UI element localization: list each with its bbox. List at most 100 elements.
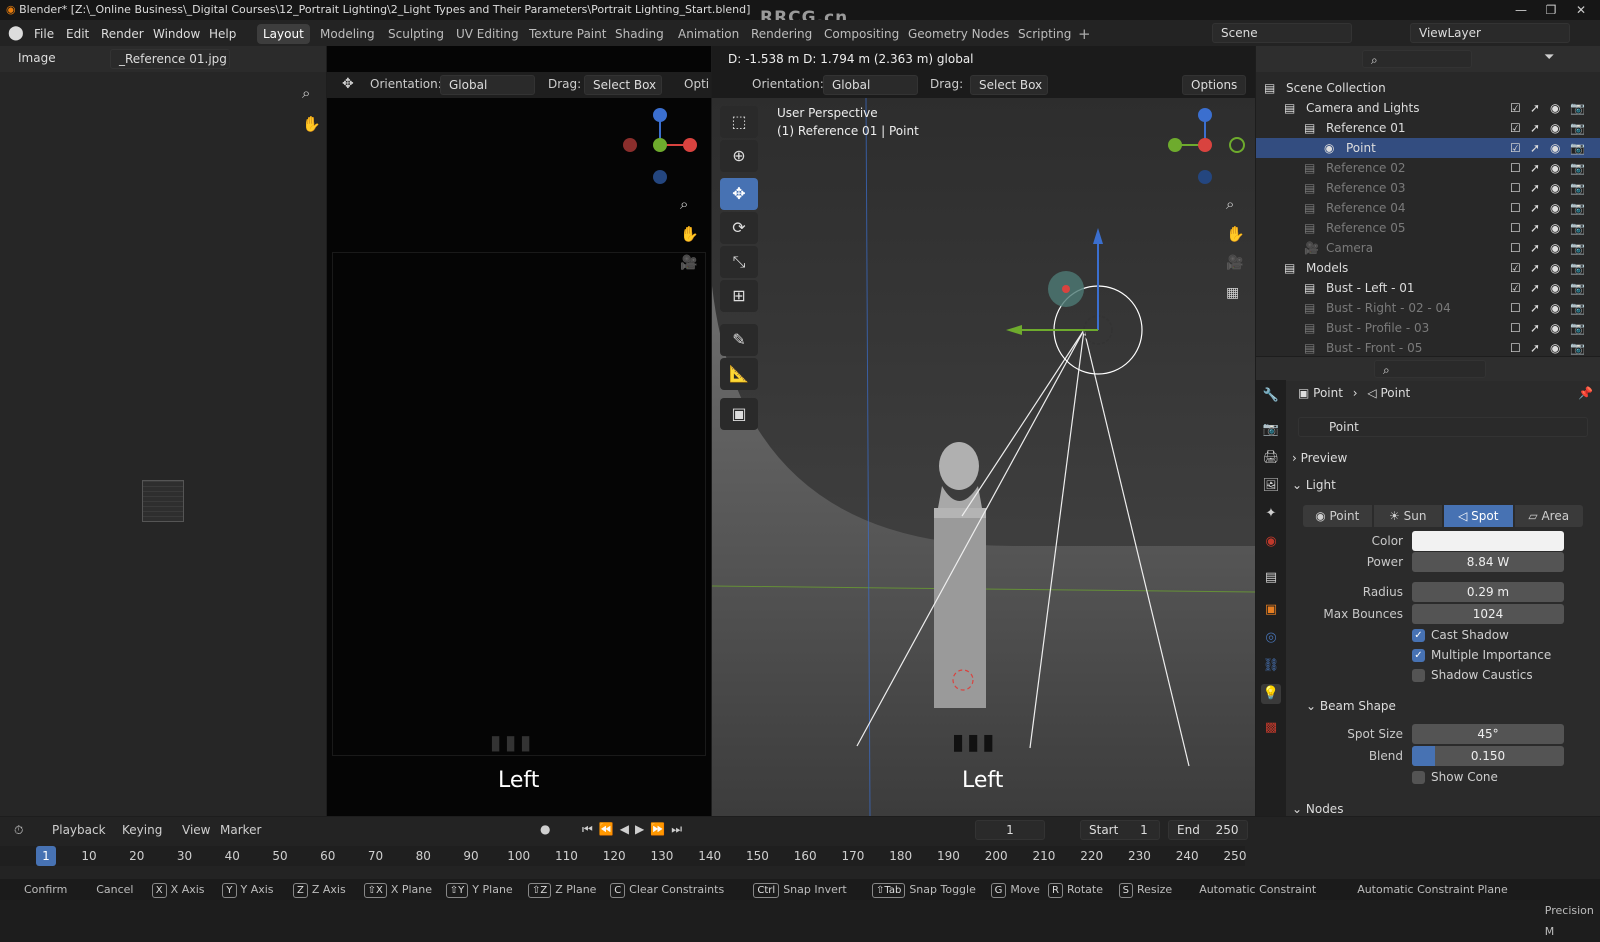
max-bounces-field[interactable]: 1024 bbox=[1412, 604, 1564, 624]
annotate-tool-icon[interactable]: ✎ bbox=[720, 324, 758, 356]
next-key-icon[interactable]: ⏩ bbox=[650, 822, 671, 836]
uv-drag-dropdown[interactable]: Select Box bbox=[584, 75, 662, 95]
viewport-camera-icon[interactable]: 🎥 bbox=[1226, 255, 1243, 271]
output-tab-icon[interactable]: 🖨 bbox=[1261, 448, 1281, 468]
viewport-pan-icon[interactable]: ✋ bbox=[1226, 225, 1245, 243]
light-type-spot-button[interactable]: ◁ Spot bbox=[1444, 505, 1513, 527]
spot-size-field[interactable]: 45° bbox=[1412, 724, 1564, 744]
selectable-icon[interactable]: ➚ bbox=[1530, 118, 1540, 138]
left-camera-icon[interactable]: 🎥 bbox=[680, 255, 697, 271]
timeline-menu-view[interactable]: View bbox=[182, 823, 210, 837]
workspace-tab-rendering[interactable]: Rendering bbox=[745, 24, 818, 44]
selectable-icon[interactable]: ➚ bbox=[1530, 258, 1540, 278]
uv-orientation-dropdown[interactable]: Global bbox=[440, 75, 535, 95]
shadow-caustics-row[interactable]: Shadow Caustics bbox=[1412, 668, 1533, 682]
shadow-caustics-checkbox[interactable] bbox=[1412, 668, 1425, 682]
render-camera-icon[interactable]: 📷 bbox=[1570, 278, 1585, 298]
exclude-checkbox[interactable]: ☐ bbox=[1510, 158, 1521, 178]
menu-edit[interactable]: Edit bbox=[66, 25, 89, 43]
zoom-icon[interactable]: ⌕ bbox=[302, 84, 310, 102]
outliner-row[interactable]: ▤ Bust - Front - 05 ☐ ➚ ◉ 📷 bbox=[1256, 338, 1600, 358]
jump-end-icon[interactable]: ⏭ bbox=[671, 822, 688, 836]
render-camera-icon[interactable]: 📷 bbox=[1570, 318, 1585, 338]
exclude-checkbox[interactable]: ☐ bbox=[1510, 198, 1521, 218]
workspace-tab-sculpting[interactable]: Sculpting bbox=[382, 24, 450, 44]
menu-render[interactable]: Render bbox=[101, 25, 144, 43]
render-camera-icon[interactable]: 📷 bbox=[1570, 198, 1585, 218]
close-window-button[interactable]: ✕ bbox=[1566, 0, 1596, 20]
maximize-button[interactable]: ❐ bbox=[1536, 0, 1566, 20]
outliner-row[interactable]: ▤ Reference 05 ☐ ➚ ◉ 📷 bbox=[1256, 218, 1600, 238]
viewport-ortho-grid-icon[interactable]: ▦ bbox=[1226, 285, 1239, 301]
exclude-checkbox[interactable]: ☐ bbox=[1510, 218, 1521, 238]
visibility-eye-icon[interactable]: ◉ bbox=[1550, 218, 1560, 238]
render-camera-icon[interactable]: 📷 bbox=[1570, 138, 1585, 158]
transform-tool-icon[interactable]: ⊞ bbox=[720, 280, 758, 312]
light-type-area-button[interactable]: ▱ Area bbox=[1514, 505, 1583, 527]
workspace-tab-animation[interactable]: Animation bbox=[672, 24, 745, 44]
minimize-button[interactable]: — bbox=[1506, 0, 1536, 20]
scene-tab-icon[interactable]: ✦ bbox=[1261, 504, 1281, 524]
left-pan-hand-icon[interactable]: ✋ bbox=[680, 225, 699, 243]
exclude-checkbox[interactable]: ☐ bbox=[1510, 178, 1521, 198]
selectable-icon[interactable]: ➚ bbox=[1530, 198, 1540, 218]
render-camera-icon[interactable]: 📷 bbox=[1570, 258, 1585, 278]
exclude-checkbox[interactable]: ☐ bbox=[1510, 318, 1521, 338]
end-frame-field[interactable]: End 250 bbox=[1168, 820, 1248, 840]
outliner-row[interactable]: ▤ Bust - Left - 01 ☑ ➚ ◉ 📷 bbox=[1256, 278, 1600, 298]
visibility-eye-icon[interactable]: ◉ bbox=[1550, 118, 1560, 138]
menu-window[interactable]: Window bbox=[153, 25, 200, 43]
outliner-search-input[interactable]: ⌕ bbox=[1362, 50, 1472, 68]
record-button-icon[interactable]: ● bbox=[540, 822, 550, 836]
jump-start-icon[interactable]: ⏮ bbox=[582, 822, 599, 836]
workspace-tab-scripting[interactable]: Scripting bbox=[1012, 24, 1077, 44]
exclude-checkbox[interactable]: ☐ bbox=[1510, 338, 1521, 358]
render-camera-icon[interactable]: 📷 bbox=[1570, 118, 1585, 138]
light-data-name-field[interactable]: Point bbox=[1298, 417, 1588, 437]
preview-panel-header[interactable]: › Preview bbox=[1292, 446, 1588, 470]
render-camera-icon[interactable]: 📷 bbox=[1570, 98, 1585, 118]
exclude-checkbox[interactable]: ☑ bbox=[1510, 278, 1521, 298]
menu-file[interactable]: File bbox=[34, 25, 54, 43]
timeline-menu-playback[interactable]: Playback bbox=[52, 823, 106, 837]
visibility-eye-icon[interactable]: ◉ bbox=[1550, 138, 1560, 158]
selectable-icon[interactable]: ➚ bbox=[1530, 218, 1540, 238]
blend-slider[interactable]: 0.150 bbox=[1412, 746, 1564, 766]
outliner-row[interactable]: 🎥 Camera ☐ ➚ ◉ 📷 bbox=[1256, 238, 1600, 258]
render-camera-icon[interactable]: 📷 bbox=[1570, 298, 1585, 318]
timeline-menu-keying[interactable]: Keying bbox=[122, 823, 162, 837]
outliner-row[interactable]: ▤ Scene Collection bbox=[1256, 78, 1600, 98]
power-field[interactable]: 8.84 W bbox=[1412, 552, 1564, 572]
select-box-tool-icon[interactable]: ⬚ bbox=[720, 106, 758, 138]
beam-shape-panel-header[interactable]: ⌄ Beam Shape bbox=[1306, 694, 1600, 718]
move-tool-icon[interactable]: ✥ bbox=[720, 178, 758, 210]
outliner-filter-icon[interactable]: ⏷ bbox=[1544, 50, 1554, 65]
selectable-icon[interactable]: ➚ bbox=[1530, 318, 1540, 338]
add-cube-tool-icon[interactable]: ▣ bbox=[720, 398, 758, 430]
prev-key-icon[interactable]: ⏪ bbox=[599, 822, 620, 836]
workspace-tab-modeling[interactable]: Modeling bbox=[314, 24, 381, 44]
selectable-icon[interactable]: ➚ bbox=[1530, 298, 1540, 318]
view-layer-tab-icon[interactable]: 🖼 bbox=[1261, 476, 1281, 496]
selectable-icon[interactable]: ➚ bbox=[1530, 158, 1540, 178]
render-camera-icon[interactable]: 📷 bbox=[1570, 238, 1585, 258]
outliner-row[interactable]: ▤ Models ☑ ➚ ◉ 📷 bbox=[1256, 258, 1600, 278]
multiple-importance-row[interactable]: ✓ Multiple Importance bbox=[1412, 648, 1551, 662]
menu-help[interactable]: Help bbox=[209, 25, 236, 43]
visibility-eye-icon[interactable]: ◉ bbox=[1550, 98, 1560, 118]
add-workspace-icon[interactable]: + bbox=[1078, 25, 1091, 43]
workspace-tab-texture-paint[interactable]: Texture Paint bbox=[523, 24, 612, 44]
exclude-checkbox[interactable]: ☑ bbox=[1510, 98, 1521, 118]
properties-search-input[interactable]: ⌕ bbox=[1374, 360, 1486, 378]
outliner-row[interactable]: ▤ Bust - Right - 02 - 04 ☐ ➚ ◉ 📷 bbox=[1256, 298, 1600, 318]
visibility-eye-icon[interactable]: ◉ bbox=[1550, 298, 1560, 318]
workspace-tab-compositing[interactable]: Compositing bbox=[818, 24, 905, 44]
render-camera-icon[interactable]: 📷 bbox=[1570, 178, 1585, 198]
measure-tool-icon[interactable]: 📐 bbox=[720, 358, 758, 390]
light-data-tab-icon[interactable]: 💡 bbox=[1261, 684, 1281, 704]
visibility-eye-icon[interactable]: ◉ bbox=[1550, 338, 1560, 358]
outliner-row[interactable]: ▤ Camera and Lights ☑ ➚ ◉ 📷 bbox=[1256, 98, 1600, 118]
exclude-checkbox[interactable]: ☑ bbox=[1510, 118, 1521, 138]
viewport-nav-gizmo[interactable] bbox=[1165, 105, 1245, 185]
outliner-row[interactable]: ◉ Point ☑ ➚ ◉ 📷 bbox=[1256, 138, 1600, 158]
